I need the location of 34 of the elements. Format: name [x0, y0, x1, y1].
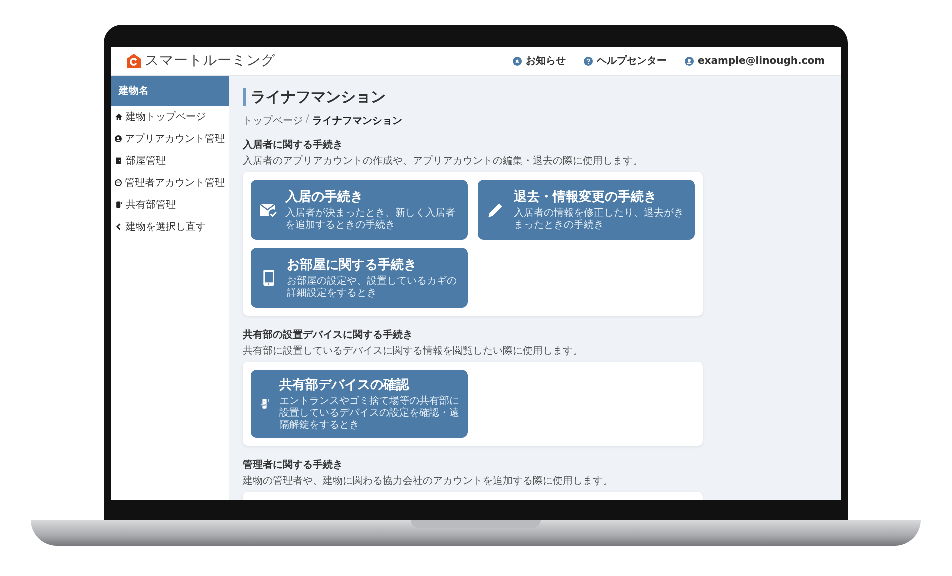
door-icon	[115, 157, 123, 165]
page-title: ライナフマンション	[243, 88, 827, 106]
section-title: 入居者に関する手続き	[243, 138, 344, 152]
breadcrumb-separator: /	[306, 114, 310, 127]
action-card[interactable]: 共有部デバイスの確認 エントランスやゴミ捨て場等の共有部に設置しているデバイスの設定を確認・遠隔解錠をするとき	[251, 370, 468, 438]
sidebar-item[interactable]: 部屋管理	[111, 150, 229, 172]
header-link[interactable]: お知らせ	[512, 54, 566, 68]
section-description: 入居者のアプリアカウントの作成や、アプリアカウントの編集・退去の際に使用します。	[243, 154, 644, 168]
logo-text: スマートルーミング	[145, 52, 276, 70]
home-icon	[115, 113, 123, 121]
sidebar-item[interactable]: 共有部管理	[111, 194, 229, 216]
section-description: 建物の管理者や、建物に関わる協力会社のアカウントを追加する際に使用します。	[243, 474, 614, 488]
section-title: 管理者に関する手続き	[243, 458, 344, 472]
chevron-left-icon	[115, 223, 123, 231]
action-card[interactable]: 退去・情報変更の手続き 入居者の情報を修正したり、退去がきまったときの手続き	[478, 180, 695, 240]
user-icon	[115, 135, 122, 143]
sidebar-item[interactable]: 建物を選択し直す	[111, 216, 229, 238]
section-description: 共有部に設置しているデバイスに関する情報を閲覧したい際に使用します。	[243, 344, 584, 358]
action-card[interactable]: お部屋に関する手続き お部屋の設定や、設置しているカギの詳細設定をするとき	[251, 248, 468, 308]
logo-icon	[127, 54, 141, 68]
user-icon	[684, 56, 694, 66]
header-link[interactable]: ヘルプセンター	[584, 54, 667, 68]
help-icon	[584, 56, 593, 66]
breadcrumb-link[interactable]: トップページ	[243, 114, 303, 128]
sidebar-item[interactable]: アプリアカウント管理	[111, 128, 229, 150]
sidebar-item[interactable]: 建物トップページ	[111, 106, 229, 128]
header-link[interactable]: example@linough.com	[684, 56, 825, 66]
section-title: 共有部の設置デバイスに関する手続き	[243, 328, 414, 342]
sidebar-title: 建物名	[111, 76, 229, 106]
lock-icon	[115, 201, 123, 209]
sidebar-item[interactable]: 管理者アカウント管理	[111, 172, 229, 194]
breadcrumb-link[interactable]: ライナフマンション	[312, 114, 402, 128]
action-card[interactable]: 入居の手続き 入居者が決まったとき、新しく入居者を追加するときの手続き	[251, 180, 468, 240]
bell-icon	[512, 56, 522, 66]
